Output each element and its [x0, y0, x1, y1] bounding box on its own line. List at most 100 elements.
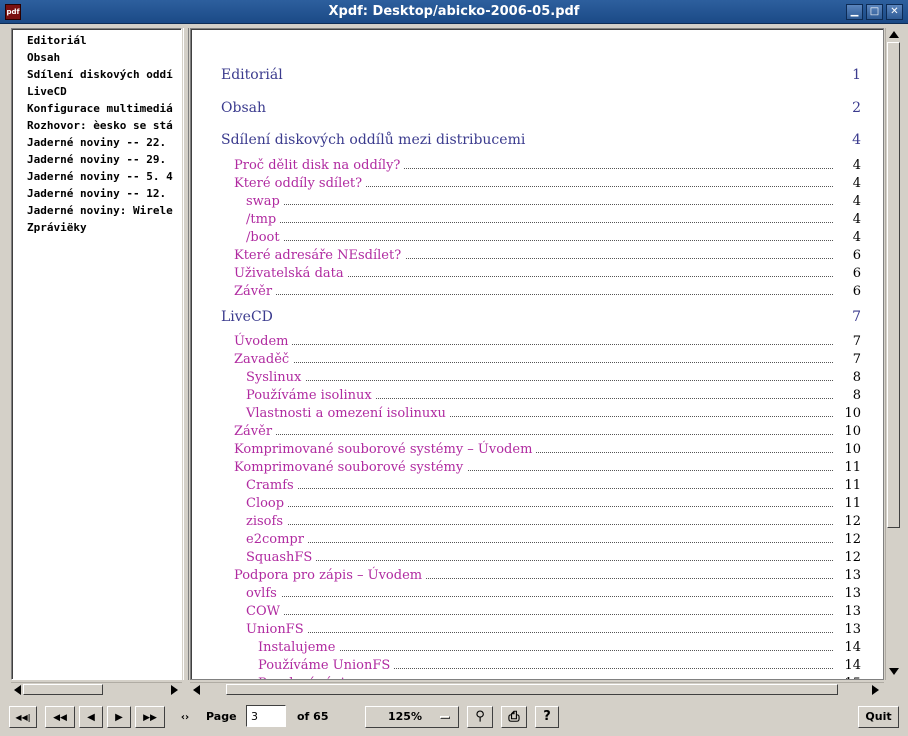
toc-entry[interactable]: Obsah 2	[195, 99, 883, 118]
toc-entry[interactable]: zisofs 12	[195, 514, 883, 532]
page-number-input[interactable]	[246, 705, 286, 727]
quit-button[interactable]: Quit	[858, 706, 899, 728]
outline-item[interactable]: Konfigurace multimediá	[27, 100, 181, 117]
back-pages-button[interactable]: ◀◀	[45, 706, 75, 728]
document-view[interactable]: Editoriál 1 Obsah 2 Sdílení diskových oddílů…	[190, 28, 884, 680]
outline-item[interactable]: Jaderné noviny -- 12.	[27, 185, 181, 202]
toc-entry-title[interactable]: Závěr	[234, 283, 277, 299]
toc-entry[interactable]: SquashFS 12	[195, 550, 883, 568]
toc-entry-title[interactable]: Obsah	[221, 99, 270, 116]
toc-entry[interactable]: ovlfs 13	[195, 586, 883, 604]
toc-entry[interactable]: Které adresáře NEsdílet? 6	[195, 247, 883, 266]
toc-entry-title[interactable]: Instalujeme	[258, 640, 340, 655]
next-page-button[interactable]: ▶	[107, 706, 131, 728]
toc-entry[interactable]: Sdílení diskových oddílů mezi distribuce…	[195, 132, 883, 150]
outline-item[interactable]: Editoriál	[27, 32, 181, 49]
document-scroll-right-arrow-icon[interactable]	[872, 685, 879, 695]
toc-entry[interactable]: Cloop 11	[195, 496, 883, 514]
toc-entry[interactable]: swap 4	[195, 193, 883, 212]
toc-entry[interactable]: Úvodem 7	[195, 334, 883, 352]
toc-entry-title[interactable]: /tmp	[246, 211, 281, 227]
toc-entry[interactable]: Používáme isolinux 8	[195, 388, 883, 406]
toc-entry[interactable]: UnionFS 13	[195, 622, 883, 640]
outline-item[interactable]: Rozhovor: èesko se stá	[27, 117, 181, 134]
toc-entry[interactable]: Které oddíly sdílet? 4	[195, 175, 883, 194]
toc-entry[interactable]: Uživatelská data 6	[195, 265, 883, 284]
toc-entry-title[interactable]: Používáme UnionFS	[258, 658, 395, 673]
zoom-select[interactable]: 125%	[365, 706, 459, 728]
toc-entry[interactable]: e2compr 12	[195, 532, 883, 550]
toc-entry[interactable]: Závěr 6	[195, 283, 883, 302]
toc-entry[interactable]: Vlastnosti a omezení isolinuxu 10	[195, 406, 883, 424]
toc-entry-title[interactable]: Uživatelská data	[234, 265, 348, 281]
previous-page-button[interactable]: ◀	[79, 706, 103, 728]
toc-entry-title[interactable]: Které oddíly sdílet?	[234, 175, 367, 191]
toc-entry-title[interactable]: Podpora pro zápis – Úvodem	[234, 568, 427, 583]
outline-item[interactable]: Zpráviëky	[27, 219, 181, 236]
toc-entry-title[interactable]: Komprimované souborové systémy	[234, 460, 468, 475]
toc-entry-title[interactable]: Komprimované souborové systémy – Úvodem	[234, 442, 537, 457]
toc-entry[interactable]: Instalujeme 14	[195, 640, 883, 658]
toc-entry[interactable]: Podpora pro zápis – Úvodem 13	[195, 568, 883, 586]
history-button[interactable]: ‹›	[172, 706, 198, 728]
scroll-down-arrow-icon[interactable]	[889, 668, 899, 675]
toc-entry-title[interactable]: UnionFS	[246, 622, 308, 637]
toc-entry-title[interactable]: Zavaděč	[234, 352, 294, 367]
minimize-button[interactable]: ▁	[846, 4, 863, 20]
toc-entry-title[interactable]: SquashFS	[246, 550, 317, 565]
maximize-button[interactable]: □	[866, 4, 883, 20]
toc-entry[interactable]: LiveCD 7	[195, 308, 883, 327]
toc-entry[interactable]: Editoriál 1	[195, 67, 883, 85]
outline-horizontal-scrollbar[interactable]	[11, 682, 182, 696]
toc-entry[interactable]: Povolení zápisu 15	[195, 676, 883, 679]
toc-entry-title[interactable]: Editoriál	[221, 67, 287, 83]
toc-entry-title[interactable]: ovlfs	[246, 586, 281, 601]
toc-entry[interactable]: /tmp 4	[195, 211, 883, 230]
vertical-scroll-thumb[interactable]	[887, 42, 900, 528]
toc-entry[interactable]: Cramfs 11	[195, 478, 883, 496]
toc-entry[interactable]: Syslinux 8	[195, 370, 883, 388]
find-button[interactable]: ⚲	[467, 706, 493, 728]
toc-entry-title[interactable]: Proč dělit disk na oddíly?	[234, 157, 405, 173]
toc-entry-title[interactable]: Závěr	[234, 424, 277, 439]
outline-item[interactable]: Obsah	[27, 49, 181, 66]
print-button[interactable]: ⎙	[501, 706, 527, 728]
toc-entry[interactable]: Závěr 10	[195, 424, 883, 442]
toc-entry-title[interactable]: zisofs	[246, 514, 287, 529]
toc-entry[interactable]: /boot 4	[195, 229, 883, 248]
toc-entry[interactable]: COW 13	[195, 604, 883, 622]
forward-pages-button[interactable]: ▶▶	[135, 706, 165, 728]
toc-entry-title[interactable]: Sdílení diskových oddílů mezi distribuce…	[221, 132, 530, 148]
title-bar[interactable]: pdf Xpdf: Desktop/abicko-2006-05.pdf ▁ □…	[0, 0, 908, 24]
toc-entry-title[interactable]: Úvodem	[234, 334, 293, 349]
first-page-button[interactable]: ◀◀|	[9, 706, 37, 728]
outline-item[interactable]: Jaderné noviny -- 29.	[27, 151, 181, 168]
toc-entry-title[interactable]: swap	[246, 193, 284, 209]
toc-entry-title[interactable]: Které adresáře NEsdílet?	[234, 247, 406, 263]
document-horizontal-scrollbar[interactable]	[190, 682, 884, 696]
pane-splitter[interactable]	[183, 28, 189, 680]
document-scroll-left-arrow-icon[interactable]	[193, 685, 200, 695]
outline-item[interactable]: LiveCD	[27, 83, 181, 100]
outline-item[interactable]: Jaderné noviny: Wirele	[27, 202, 181, 219]
toc-entry[interactable]: Komprimované souborové systémy 11	[195, 460, 883, 478]
outline-horizontal-scroll-thumb[interactable]	[23, 684, 103, 695]
toc-entry[interactable]: Proč dělit disk na oddíly? 4	[195, 157, 883, 176]
close-button[interactable]: ✕	[886, 4, 903, 20]
toc-entry-title[interactable]: e2compr	[246, 532, 308, 547]
toc-entry-title[interactable]: Používáme isolinux	[246, 388, 376, 403]
toc-entry-title[interactable]: Vlastnosti a omezení isolinuxu	[246, 406, 450, 421]
outline-item[interactable]: Sdílení diskových oddí	[27, 66, 181, 83]
scroll-up-arrow-icon[interactable]	[889, 31, 899, 38]
toc-entry-title[interactable]: Cramfs	[246, 478, 298, 493]
outline-item[interactable]: Jaderné noviny -- 22.	[27, 134, 181, 151]
toc-entry-title[interactable]: Povolení zápisu	[258, 676, 364, 679]
outline-scroll-right-arrow-icon[interactable]	[171, 685, 178, 695]
document-vertical-scrollbar[interactable]	[885, 28, 901, 680]
toc-entry-title[interactable]: LiveCD	[221, 308, 277, 325]
toc-entry-title[interactable]: COW	[246, 604, 284, 619]
outline-panel[interactable]: Editoriál Obsah Sdílení diskových oddí Live…	[11, 28, 182, 680]
toc-entry[interactable]: Komprimované souborové systémy – Úvodem 1…	[195, 442, 883, 460]
toc-entry-title[interactable]: Syslinux	[246, 370, 306, 385]
help-button[interactable]: ?	[535, 706, 559, 728]
